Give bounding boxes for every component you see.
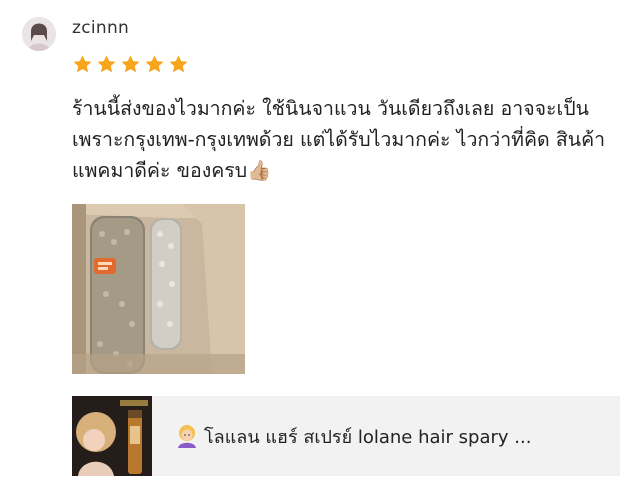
- star-icon: [121, 55, 140, 73]
- product-thumbnail: [72, 396, 152, 476]
- person-blonde-icon: [176, 424, 198, 448]
- review-item: zcinnn ร้านนี้ส่งของไวมากค่ะ ใช้นินจาแวน…: [0, 0, 640, 484]
- star-icon: [145, 55, 164, 73]
- star-icon: [97, 55, 116, 73]
- review-text: ร้านนี้ส่งของไวมากค่ะ ใช้นินจาแวน วันเดี…: [72, 97, 606, 182]
- rating-stars: [72, 54, 189, 75]
- product-link-card[interactable]: โลแลน แฮร์ สเปรย์ lolane hair spary ...: [72, 396, 620, 476]
- username[interactable]: zcinnn: [72, 18, 129, 38]
- review-photo[interactable]: [72, 204, 245, 374]
- star-icon: [169, 55, 188, 73]
- star-icon: [73, 55, 92, 73]
- product-title-text[interactable]: โลแลน แฮร์ สเปรย์ lolane hair spary ...: [204, 422, 531, 451]
- user-avatar[interactable]: [22, 17, 56, 51]
- product-title[interactable]: โลแลน แฮร์ สเปรย์ lolane hair spary ...: [176, 422, 531, 451]
